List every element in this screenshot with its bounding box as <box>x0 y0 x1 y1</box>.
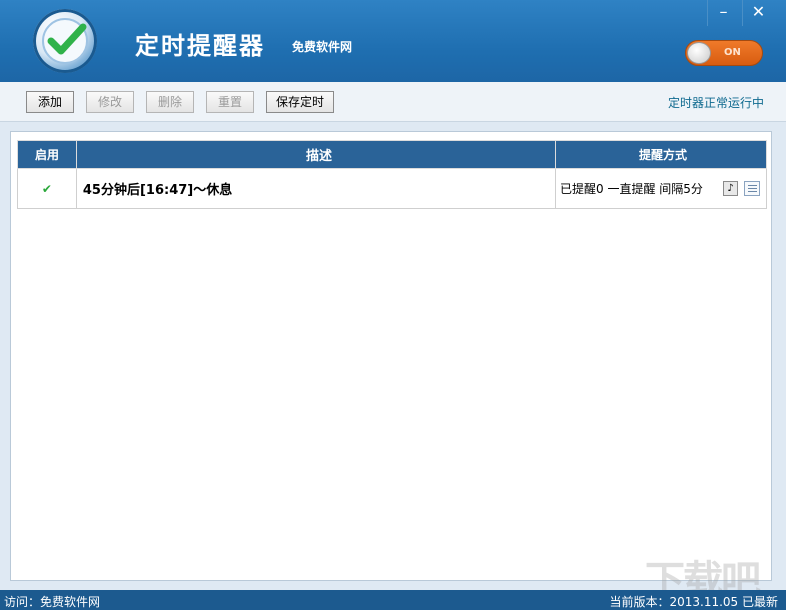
main-area: 启用 描述 提醒方式 ✔ 45分钟后[16:47]〜休息 已提醒0 一直提醒 间… <box>0 122 786 590</box>
description-cell: 45分钟后[16:47]〜休息 <box>75 168 557 209</box>
table-row[interactable]: ✔ 45分钟后[16:47]〜休息 已提醒0 一直提醒 间隔5分 ♪ <box>17 168 767 209</box>
title-bar: 定时提醒器 免费软件网 – ✕ ON <box>0 0 786 82</box>
check-icon[interactable]: ✔ <box>42 182 52 196</box>
version-info: 当前版本：2013.11.05 已最新 <box>609 595 778 609</box>
reminder-list-panel: 启用 描述 提醒方式 ✔ 45分钟后[16:47]〜休息 已提醒0 一直提醒 间… <box>10 131 772 581</box>
reminder-table: 启用 描述 提醒方式 ✔ 45分钟后[16:47]〜休息 已提醒0 一直提醒 间… <box>17 140 767 209</box>
enabled-cell[interactable]: ✔ <box>17 168 77 209</box>
column-header-description[interactable]: 描述 <box>75 140 557 169</box>
delete-button[interactable]: 删除 <box>146 91 194 113</box>
toolbar: 添加 修改 删除 重置 保存定时 定时器正常运行中 <box>0 82 786 122</box>
reset-button[interactable]: 重置 <box>206 91 254 113</box>
list-icon[interactable] <box>743 181 760 196</box>
edit-button[interactable]: 修改 <box>86 91 134 113</box>
save-timer-button[interactable]: 保存定时 <box>266 91 334 113</box>
column-header-enabled[interactable]: 启用 <box>17 140 77 169</box>
mode-text: 已提醒0 一直提醒 间隔5分 <box>560 182 703 196</box>
status-bar: 访问：免费软件网 当前版本：2013.11.05 已最新 <box>0 590 786 610</box>
column-header-mode[interactable]: 提醒方式 <box>555 140 767 169</box>
visit-link[interactable]: 访问：免费软件网 <box>4 593 100 610</box>
mode-cell: 已提醒0 一直提醒 间隔5分 ♪ <box>555 168 767 209</box>
timer-status-text: 定时器正常运行中 <box>667 96 764 110</box>
app-subtitle: 免费软件网 <box>292 40 353 54</box>
close-button[interactable]: ✕ <box>742 0 774 26</box>
toggle-state-label: ON <box>724 47 741 58</box>
app-title: 定时提醒器 <box>135 32 265 60</box>
app-logo-clock-icon <box>33 9 97 73</box>
music-icon[interactable]: ♪ <box>722 181 738 196</box>
minimize-button[interactable]: – <box>707 0 739 26</box>
toggle-knob <box>687 42 711 64</box>
timer-toggle-switch[interactable]: ON <box>685 40 763 66</box>
add-button[interactable]: 添加 <box>26 91 74 113</box>
